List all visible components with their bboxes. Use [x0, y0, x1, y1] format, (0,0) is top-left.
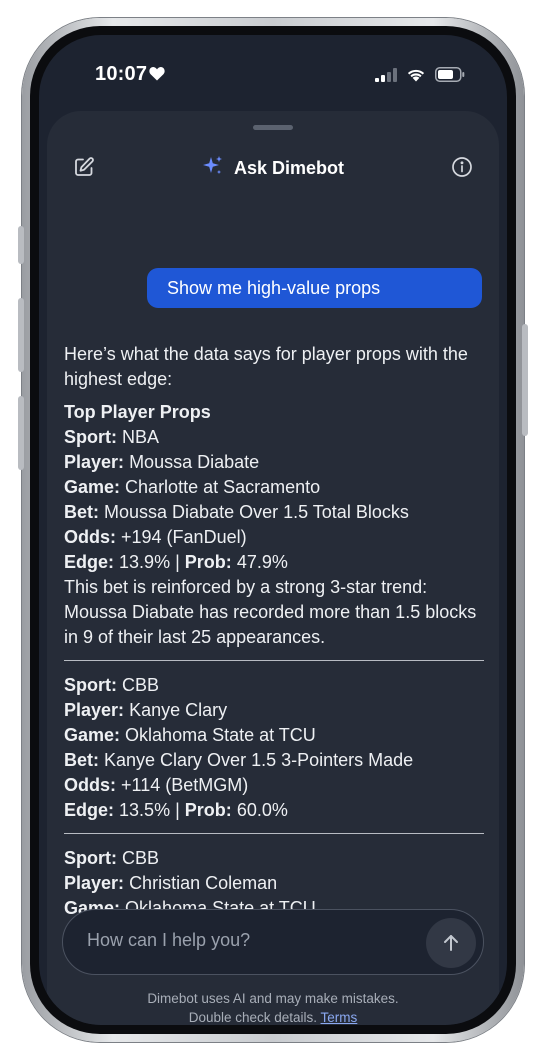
info-icon[interactable] — [451, 156, 473, 178]
assistant-intro: Here’s what the data says for player pro… — [64, 344, 468, 389]
disclaimer-line1: Dimebot uses AI and may make mistakes. — [147, 991, 399, 1006]
prop-edge-prob: Edge: 13.5% | Prob: 60.0% — [64, 800, 288, 820]
terms-link[interactable]: Terms — [321, 1010, 358, 1025]
prop-odds: Odds: +194 (FanDuel) — [64, 527, 247, 547]
volume-down-button — [18, 396, 24, 470]
heart-icon — [149, 66, 165, 86]
prop-trend-note: This bet is reinforced by a strong 3-sta… — [64, 577, 477, 647]
assistant-heading: Top Player Props — [64, 402, 211, 422]
chat-sheet: Ask Dimebot Show me high-value props Her… — [47, 111, 499, 1025]
prop-odds: Odds: +114 (BetMGM) — [64, 775, 249, 795]
prop-sport: Sport: CBB — [64, 848, 160, 868]
prop-edge-prob: Edge: 13.9% | Prob: 47.9% — [64, 552, 288, 572]
chat-title: Ask Dimebot — [233, 158, 345, 178]
status-icons — [375, 67, 465, 87]
prop-card: Sport: CBB Player: Kanye Clary Game: Okl… — [64, 673, 484, 823]
arrow-up-icon — [444, 935, 458, 951]
prop-player: Player: Christian Coleman — [64, 873, 278, 893]
prop-game: Game: Charlotte at Sacramento — [64, 477, 321, 497]
assistant-message: Here’s what the data says for player pro… — [64, 342, 484, 942]
divider — [64, 660, 484, 661]
chat-title-wrap: Ask Dimebot — [47, 155, 499, 182]
chat-header: Ask Dimebot — [47, 147, 499, 187]
disclaimer: Dimebot uses AI and may make mistakes. D… — [47, 989, 499, 1025]
battery-icon — [435, 67, 465, 87]
sheet-grabber[interactable] — [253, 125, 293, 130]
power-button — [522, 324, 528, 436]
send-button[interactable] — [426, 918, 476, 968]
prop-player: Player: Moussa Diabate — [64, 452, 260, 472]
divider — [64, 833, 484, 834]
action-button — [18, 226, 24, 264]
message-input[interactable]: How can I help you? — [87, 930, 250, 951]
prop-sport: Sport: CBB — [64, 675, 160, 695]
prop-card: Sport: NBA Player: Moussa Diabate Game: … — [64, 425, 484, 650]
status-bar: 10:07 — [39, 35, 507, 115]
user-message-bubble: Show me high-value props — [147, 268, 482, 308]
volume-up-button — [18, 298, 24, 372]
sparkle-icon — [202, 155, 224, 182]
status-time: 10:07 — [95, 63, 148, 85]
wifi-icon — [406, 67, 426, 87]
message-input-bar[interactable]: How can I help you? — [62, 909, 484, 975]
signal-icon — [375, 67, 397, 87]
prop-bet: Bet: Moussa Diabate Over 1.5 Total Block… — [64, 502, 409, 522]
disclaimer-line2: Double check details. Terms — [188, 1010, 358, 1025]
prop-game: Game: Oklahoma State at TCU — [64, 725, 316, 745]
prop-sport: Sport: NBA — [64, 427, 160, 447]
user-message-text: Show me high-value props — [167, 277, 381, 298]
prop-player: Player: Kanye Clary — [64, 700, 228, 720]
phone-screen: 10:07 Ask Dimebot Show me high-value pro… — [39, 35, 507, 1025]
prop-bet: Bet: Kanye Clary Over 1.5 3-Pointers Mad… — [64, 750, 414, 770]
